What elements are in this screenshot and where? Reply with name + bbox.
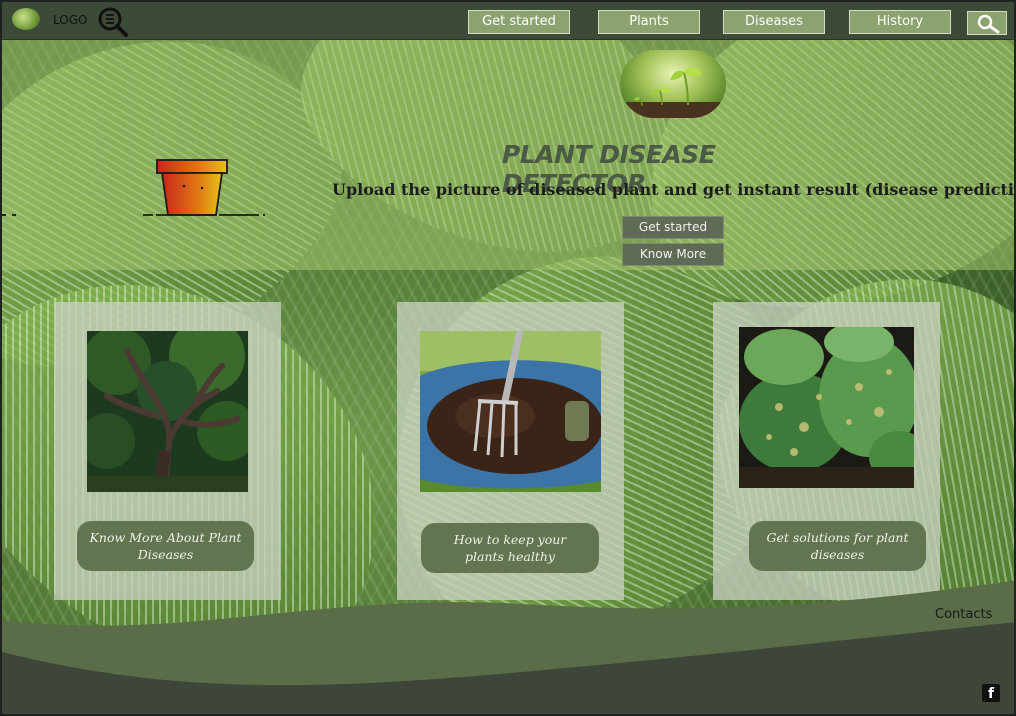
nav-history-button[interactable]: History xyxy=(849,10,951,34)
hero-know-more-button[interactable]: Know More xyxy=(622,243,724,266)
nav-plants-button[interactable]: Plants xyxy=(598,10,700,34)
search-icon xyxy=(977,14,1000,34)
page-subtitle: Upload the picture of diseased plant and… xyxy=(332,180,1016,199)
wheelbarrow-soil-photo xyxy=(420,331,601,492)
top-navbar: LOGO Get started Plants Diseases History xyxy=(2,2,1014,40)
page-frame: LOGO Get started Plants Diseases History xyxy=(0,0,1016,716)
tree-photo xyxy=(87,331,248,492)
sprout-image xyxy=(620,50,726,118)
card-plant-diseases: Know More About Plant Diseases xyxy=(54,302,281,600)
nav-diseases-button[interactable]: Diseases xyxy=(723,10,825,34)
logo-text[interactable]: LOGO xyxy=(53,13,87,27)
decorative-dash xyxy=(2,214,18,216)
card-solutions: Get solutions for plant diseases xyxy=(713,302,940,600)
nav-search-button[interactable] xyxy=(967,11,1007,35)
logo-icon[interactable] xyxy=(12,8,40,30)
card-keep-healthy: How to keep your plants healthy xyxy=(397,302,624,600)
flower-pot-icon xyxy=(143,159,265,216)
contacts-link[interactable]: Contacts xyxy=(935,607,992,622)
nav-get-started-button[interactable]: Get started xyxy=(468,10,570,34)
diseased-leaves-photo xyxy=(739,327,914,488)
facebook-icon[interactable]: f xyxy=(982,684,1000,702)
hero-get-started-button[interactable]: Get started xyxy=(622,216,724,239)
footer-wave xyxy=(2,580,1014,714)
magnifier-list-icon[interactable] xyxy=(97,6,129,38)
